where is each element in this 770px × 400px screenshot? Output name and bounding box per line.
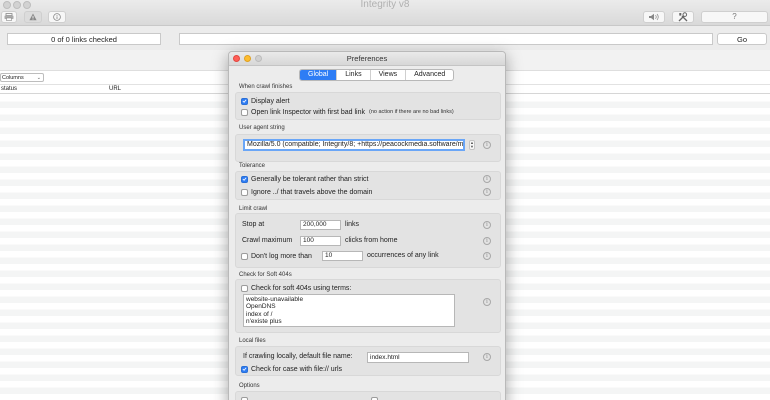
display-alert-label: Display alert <box>251 97 290 105</box>
column-header-url[interactable]: URL <box>109 85 121 94</box>
user-agent-stepper[interactable]: ▲ ▼ <box>469 140 475 150</box>
stop-at-unit: links <box>345 221 360 228</box>
stop-at-label: Stop at <box>242 221 265 228</box>
tolerance-heading: Tolerance <box>239 163 266 169</box>
check-case-label: Check for case with file:// urls <box>251 365 343 373</box>
user-agent-input[interactable]: Mozilla/5.0 (compatible; Integrity/8; +h… <box>243 139 465 151</box>
stop-at-input[interactable]: 200,000 <box>300 220 341 230</box>
column-header-status[interactable]: status <box>1 85 17 94</box>
info-icon <box>53 13 61 21</box>
warnings-button[interactable] <box>24 11 42 23</box>
settings-button[interactable] <box>672 11 694 23</box>
default-file-name-label: If crawling locally, default file name: <box>243 353 353 360</box>
crawl-maximum-label: Crawl maximum <box>242 237 293 244</box>
dont-log-checkbox[interactable]: Don't log more than <box>241 251 312 261</box>
help-button[interactable]: ? <box>701 11 768 23</box>
go-button[interactable]: Go <box>717 33 767 45</box>
check-case-checkbox[interactable]: Check for case with file:// urls <box>241 364 342 374</box>
tolerant-label: Generally be tolerant rather than strict <box>251 175 369 183</box>
tab-global[interactable]: Global <box>300 70 338 80</box>
url-input[interactable] <box>179 33 713 45</box>
checkbox-checked <box>241 365 248 373</box>
default-file-name-input[interactable]: index.html <box>367 352 469 363</box>
links-checked-counter: 0 of 0 links checked <box>7 33 161 45</box>
checkbox-unchecked <box>241 188 248 196</box>
options-checkbox[interactable] <box>371 395 381 400</box>
checkbox-unchecked <box>241 108 248 116</box>
soft-404-terms-textarea[interactable]: website-unavailable OpenDNS index of / n… <box>243 294 455 327</box>
dont-log-label: Don't log more than <box>251 252 312 260</box>
info-icon[interactable]: i <box>483 252 491 260</box>
open-inspector-checkbox[interactable]: Open link Inspector with first bad link … <box>241 107 454 117</box>
local-files-heading: Local files <box>239 338 266 344</box>
soft-404-term: website-unavailable <box>246 296 304 303</box>
crawl-maximum-input[interactable]: 100 <box>300 236 341 246</box>
printer-icon <box>4 13 14 21</box>
checkbox-unchecked <box>371 396 378 400</box>
speaker-icon <box>649 13 659 21</box>
soft-404-heading: Check for Soft 404s <box>239 272 292 278</box>
limit-crawl-heading: Limit crawl <box>239 206 268 212</box>
tools-icon <box>678 12 688 22</box>
info-icon[interactable]: i <box>483 221 491 229</box>
dont-log-unit: occurrences of any link <box>367 252 439 259</box>
options-panel <box>235 391 501 400</box>
when-crawl-finishes-heading: When crawl finishes <box>239 84 293 90</box>
dont-log-input[interactable]: 10 <box>322 251 363 261</box>
open-inspector-label: Open link Inspector with first bad link <box>251 108 365 116</box>
main-titlebar: Integrity v8 ? <box>0 0 770 26</box>
info-icon[interactable]: i <box>483 353 491 361</box>
checkmark-icon <box>242 367 247 371</box>
soft-404-checkbox[interactable]: Check for soft 404s using terms: <box>241 283 351 293</box>
checkbox-checked <box>241 175 248 183</box>
soft-404-label: Check for soft 404s using terms: <box>251 284 352 292</box>
checkmark-icon <box>242 177 247 181</box>
chevron-down-icon: ⌄ <box>36 75 41 81</box>
preferences-title: Preferences <box>346 54 388 63</box>
tab-advanced[interactable]: Advanced <box>406 70 453 80</box>
columns-dropdown-label: Columns <box>2 75 24 81</box>
soft-404-term: index of / <box>246 310 273 318</box>
warning-icon <box>29 13 37 21</box>
sound-button[interactable] <box>643 11 665 23</box>
help-icon: ? <box>732 12 737 21</box>
info-icon[interactable]: i <box>483 175 491 183</box>
checkbox-unchecked <box>241 252 248 260</box>
checkbox-unchecked <box>241 284 248 292</box>
user-agent-heading: User agent string <box>239 125 285 131</box>
checkbox-unchecked <box>241 396 248 400</box>
preferences-tabs: Global Links Views Advanced <box>299 69 455 81</box>
print-button[interactable] <box>1 11 17 23</box>
checkmark-icon <box>242 99 247 103</box>
crawl-maximum-unit: clicks from home <box>345 237 398 244</box>
options-heading: Options <box>239 383 260 389</box>
soft-404-term: n'existe plus <box>246 317 282 325</box>
window-title: Integrity v8 <box>360 0 410 10</box>
info-icon[interactable]: i <box>483 298 491 306</box>
options-checkbox[interactable] <box>241 395 251 400</box>
ignore-above-domain-checkbox[interactable]: Ignore ../ that travels above the domain <box>241 187 372 197</box>
ignore-above-domain-label: Ignore ../ that travels above the domain <box>251 188 373 196</box>
tab-views[interactable]: Views <box>371 70 407 80</box>
display-alert-checkbox[interactable]: Display alert <box>241 96 290 106</box>
preferences-titlebar: Preferences <box>229 52 505 66</box>
info-icon[interactable]: i <box>483 141 491 149</box>
checkbox-checked <box>241 97 248 105</box>
tab-links[interactable]: Links <box>337 70 371 80</box>
tolerant-checkbox[interactable]: Generally be tolerant rather than strict <box>241 174 369 184</box>
open-inspector-note: (no action if there are no bad links) <box>369 109 454 115</box>
info-icon[interactable]: i <box>483 188 491 196</box>
info-icon[interactable]: i <box>483 237 491 245</box>
columns-dropdown[interactable]: Columns ⌄ <box>0 73 44 82</box>
preferences-window: Preferences Global Links Views Advanced … <box>228 51 506 400</box>
soft-404-term: OpenDNS <box>246 303 276 311</box>
info-button[interactable] <box>48 11 66 23</box>
